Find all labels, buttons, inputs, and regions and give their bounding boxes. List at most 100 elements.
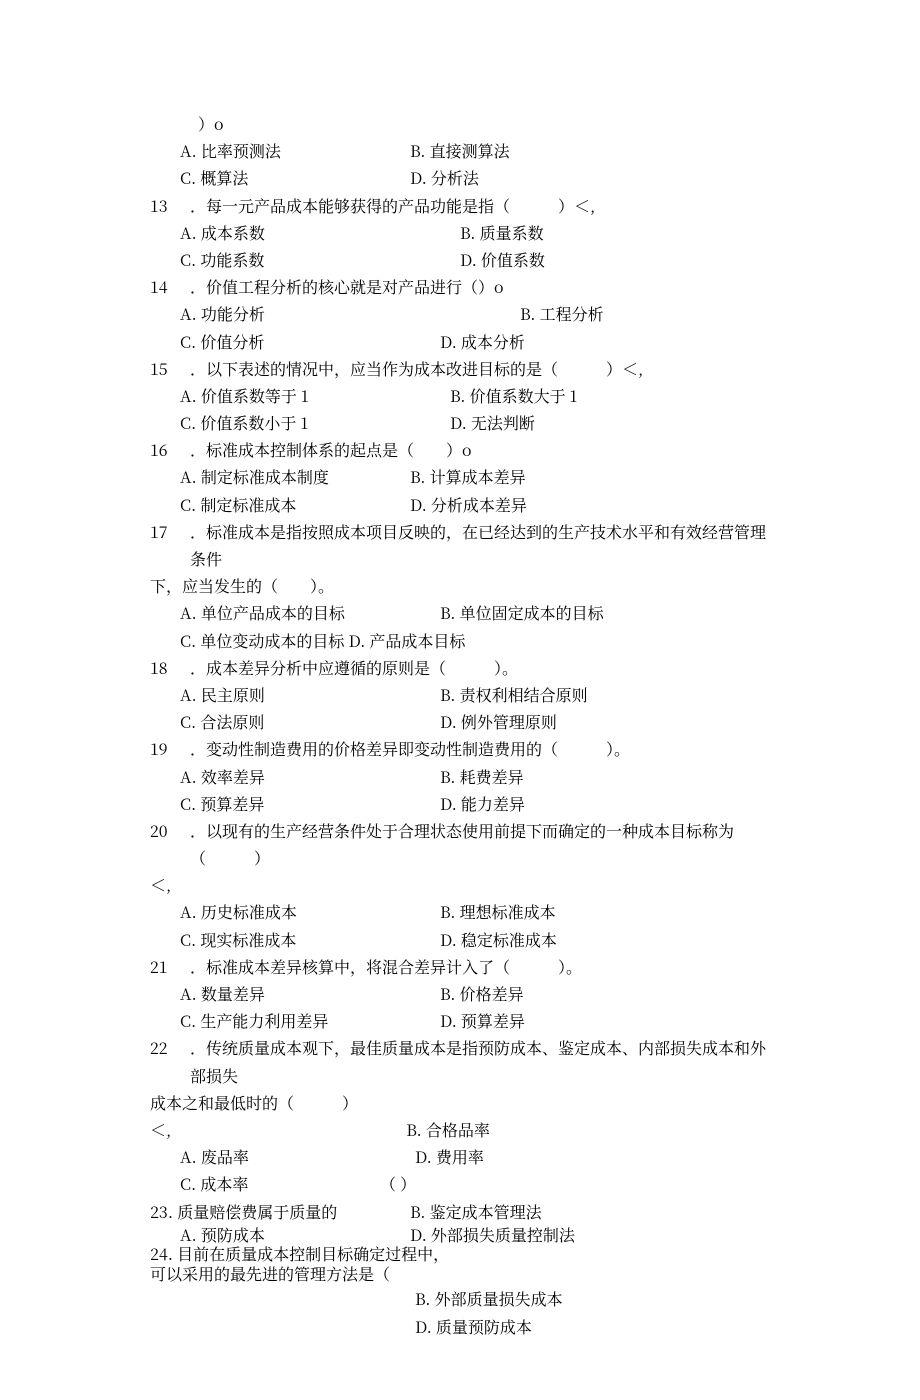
q19-num: 19 xyxy=(150,735,190,762)
q15-stem: ．以下表述的情况中，应当作为成本改进目标的是（ ）＜, xyxy=(190,355,643,382)
q17-b: B. 单位固定成本的目标 xyxy=(440,599,604,626)
q20: 20 ．以现有的生产经营条件处于合理状态使用前提下而确定的一种成本目标称为（ ） xyxy=(150,817,770,871)
q20-b: B. 理想标准成本 xyxy=(440,898,556,925)
q14-b: B. 工程分析 xyxy=(520,300,604,327)
q20-c: C. 现实标准成本 xyxy=(180,926,440,953)
q24-stem1: 24. 目前在质量成本控制目标确定过程中， xyxy=(150,1244,770,1263)
q22-d: D. 费用率 xyxy=(415,1143,484,1170)
q13-d: D. 价值系数 xyxy=(460,246,545,273)
q16-row2: C. 制定标准成本 D. 分析成本差异 xyxy=(180,491,770,518)
q18: 18 ．成本差异分析中应遵循的原则是（ ）。 xyxy=(150,654,770,681)
q16-d: D. 分析成本差异 xyxy=(410,491,527,518)
q17-stem2: 下，应当发生的（ ）。 xyxy=(150,572,770,599)
q20-stem: ．以现有的生产经营条件处于合理状态使用前提下而确定的一种成本目标称为（ ） xyxy=(190,817,770,871)
q14: 14 ．价值工程分析的核心就是对产品进行（）o xyxy=(150,273,770,300)
q23-rowA: A. 预防成本 D. 外部损失质量控制法 xyxy=(150,1225,770,1244)
q16-row1: A. 制定标准成本制度 B. 计算成本差异 xyxy=(180,463,770,490)
q16-a: A. 制定标准成本制度 xyxy=(180,463,410,490)
q15-a: A. 价值系数等于 1 xyxy=(180,382,450,409)
q12-options-row2: C. 概算法 D. 分析法 xyxy=(180,164,770,191)
q13-row2: C. 功能系数 D. 价值系数 xyxy=(180,246,770,273)
q21-a: A. 数量差异 xyxy=(180,980,440,1007)
q22-row-b: ＜, B. 合格品率 xyxy=(150,1116,770,1143)
q21-row2: C. 生产能力利用差异 D. 预算差异 xyxy=(180,1007,770,1034)
q20-row2: C. 现实标准成本 D. 稳定标准成本 xyxy=(180,926,770,953)
q22-stem3: ＜, xyxy=(150,1116,171,1143)
q16: 16 ．标准成本控制体系的起点是（ ）o xyxy=(150,436,770,463)
q15-c: C. 价值系数小于 1 xyxy=(180,409,450,436)
q14-d: D. 成本分析 xyxy=(440,328,525,355)
q21-num: 21 xyxy=(150,953,190,980)
q23-paren: （ ） xyxy=(380,1170,416,1197)
q17: 17 ．标准成本是指按照成本项目反映的，在已经达到的生产技术水平和有效经营管理条… xyxy=(150,518,770,572)
q19-row2: C. 预算差异 D. 能力差异 xyxy=(180,790,770,817)
q22-num: 22 xyxy=(150,1034,190,1061)
q20-row1: A. 历史标准成本 B. 理想标准成本 xyxy=(180,898,770,925)
q15-d: D. 无法判断 xyxy=(450,409,535,436)
q19-c: C. 预算差异 xyxy=(180,790,440,817)
q14-row2: C. 价值分析 D. 成本分析 xyxy=(180,328,770,355)
q23-r3: B. 外部质量损失成本 xyxy=(415,1285,770,1312)
q18-d: D. 例外管理原则 xyxy=(440,708,557,735)
q20-d: D. 稳定标准成本 xyxy=(440,926,557,953)
intro-tail: ）o xyxy=(198,110,770,137)
q12-d: D. 分析法 xyxy=(410,164,479,191)
q13-a: A. 成本系数 xyxy=(180,219,460,246)
q16-stem: ．标准成本控制体系的起点是（ ）o xyxy=(190,436,472,463)
q13: 13 ．每一元产品成本能够获得的产品功能是指（ ）＜, xyxy=(150,192,770,219)
q17-stem: ．标准成本是指按照成本项目反映的，在已经达到的生产技术水平和有效经营管理条件 xyxy=(190,518,770,572)
q18-a: A. 民主原则 xyxy=(180,681,440,708)
q13-row1: A. 成本系数 B. 质量系数 xyxy=(180,219,770,246)
document-page: ）o A. 比率预测法 B. 直接测算法 C. 概算法 D. 分析法 13 ．每… xyxy=(0,0,920,1400)
q18-row2: C. 合法原则 D. 例外管理原则 xyxy=(180,708,770,735)
q14-a: A. 功能分析 xyxy=(180,300,520,327)
q23-r4: D. 质量预防成本 xyxy=(415,1313,770,1340)
q21: 21 ．标准成本差异核算中，将混合差异计入了（ ）。 xyxy=(150,953,770,980)
q23-r2: D. 外部损失质量控制法 xyxy=(410,1225,575,1244)
q22-row-c: C. 成本率 （ ） xyxy=(180,1170,770,1197)
q12-options-row1: A. 比率预测法 B. 直接测算法 xyxy=(180,137,770,164)
q15-b: B. 价值系数大于 1 xyxy=(450,382,577,409)
q20-stem2: ＜, xyxy=(150,871,770,898)
q14-num: 14 xyxy=(150,273,190,300)
q22: 22 ．传统质量成本观下，最佳质量成本是指预防成本、鉴定成本、内部损失成本和外部… xyxy=(150,1034,770,1088)
q13-stem: ．每一元产品成本能够获得的产品功能是指（ ）＜, xyxy=(190,192,595,219)
q21-c: C. 生产能力利用差异 xyxy=(180,1007,440,1034)
q18-row1: A. 民主原则 B. 责权利相结合原则 xyxy=(180,681,770,708)
q17-num: 17 xyxy=(150,518,190,545)
q13-c: C. 功能系数 xyxy=(180,246,460,273)
q13-num: 13 xyxy=(150,192,190,219)
q22-b: B. 合格品率 xyxy=(406,1116,490,1143)
q22-c: C. 成本率 xyxy=(180,1170,380,1197)
q12-b: B. 直接测算法 xyxy=(410,137,510,164)
q21-stem: ．标准成本差异核算中，将混合差异计入了（ ）。 xyxy=(190,953,582,980)
q17-cd: C. 单位变动成本的目标 D. 产品成本目标 xyxy=(180,627,770,654)
q15: 15 ．以下表述的情况中，应当作为成本改进目标的是（ ）＜, xyxy=(150,355,770,382)
q22-a: A. 废品率 xyxy=(180,1143,415,1170)
q17-row1: A. 单位产品成本的目标 B. 单位固定成本的目标 xyxy=(180,599,770,626)
q18-stem: ．成本差异分析中应遵循的原则是（ ）。 xyxy=(190,654,518,681)
q15-row1: A. 价值系数等于 1 B. 价值系数大于 1 xyxy=(180,382,770,409)
q16-c: C. 制定标准成本 xyxy=(180,491,410,518)
q16-num: 16 xyxy=(150,436,190,463)
q23-a: A. 预防成本 xyxy=(180,1225,410,1244)
q20-a: A. 历史标准成本 xyxy=(180,898,440,925)
q23-num-stem: 23. 质量赔偿费属于质量的 xyxy=(150,1198,410,1225)
q22-stem: ．传统质量成本观下，最佳质量成本是指预防成本、鉴定成本、内部损失成本和外部损失 xyxy=(190,1034,770,1088)
q19-d: D. 能力差异 xyxy=(440,790,525,817)
q17-a: A. 单位产品成本的目标 xyxy=(180,599,440,626)
q21-b: B. 价格差异 xyxy=(440,980,524,1007)
q14-stem: ．价值工程分析的核心就是对产品进行（）o xyxy=(190,273,504,300)
q14-c: C. 价值分析 xyxy=(180,328,440,355)
q21-d: D. 预算差异 xyxy=(440,1007,525,1034)
q19-b: B. 耗费差异 xyxy=(440,763,524,790)
q13-b: B. 质量系数 xyxy=(460,219,544,246)
q19-a: A. 效率差异 xyxy=(180,763,440,790)
q12-a: A. 比率预测法 xyxy=(180,137,410,164)
q19: 19 ．变动性制造费用的价格差异即变动性制造费用的（ ）。 xyxy=(150,735,770,762)
q15-num: 15 xyxy=(150,355,190,382)
q18-num: 18 xyxy=(150,654,190,681)
q21-row1: A. 数量差异 B. 价格差异 xyxy=(180,980,770,1007)
q24-stem2: 可以采用的最先进的管理方法是（ xyxy=(150,1263,770,1285)
q20-num: 20 xyxy=(150,817,190,844)
